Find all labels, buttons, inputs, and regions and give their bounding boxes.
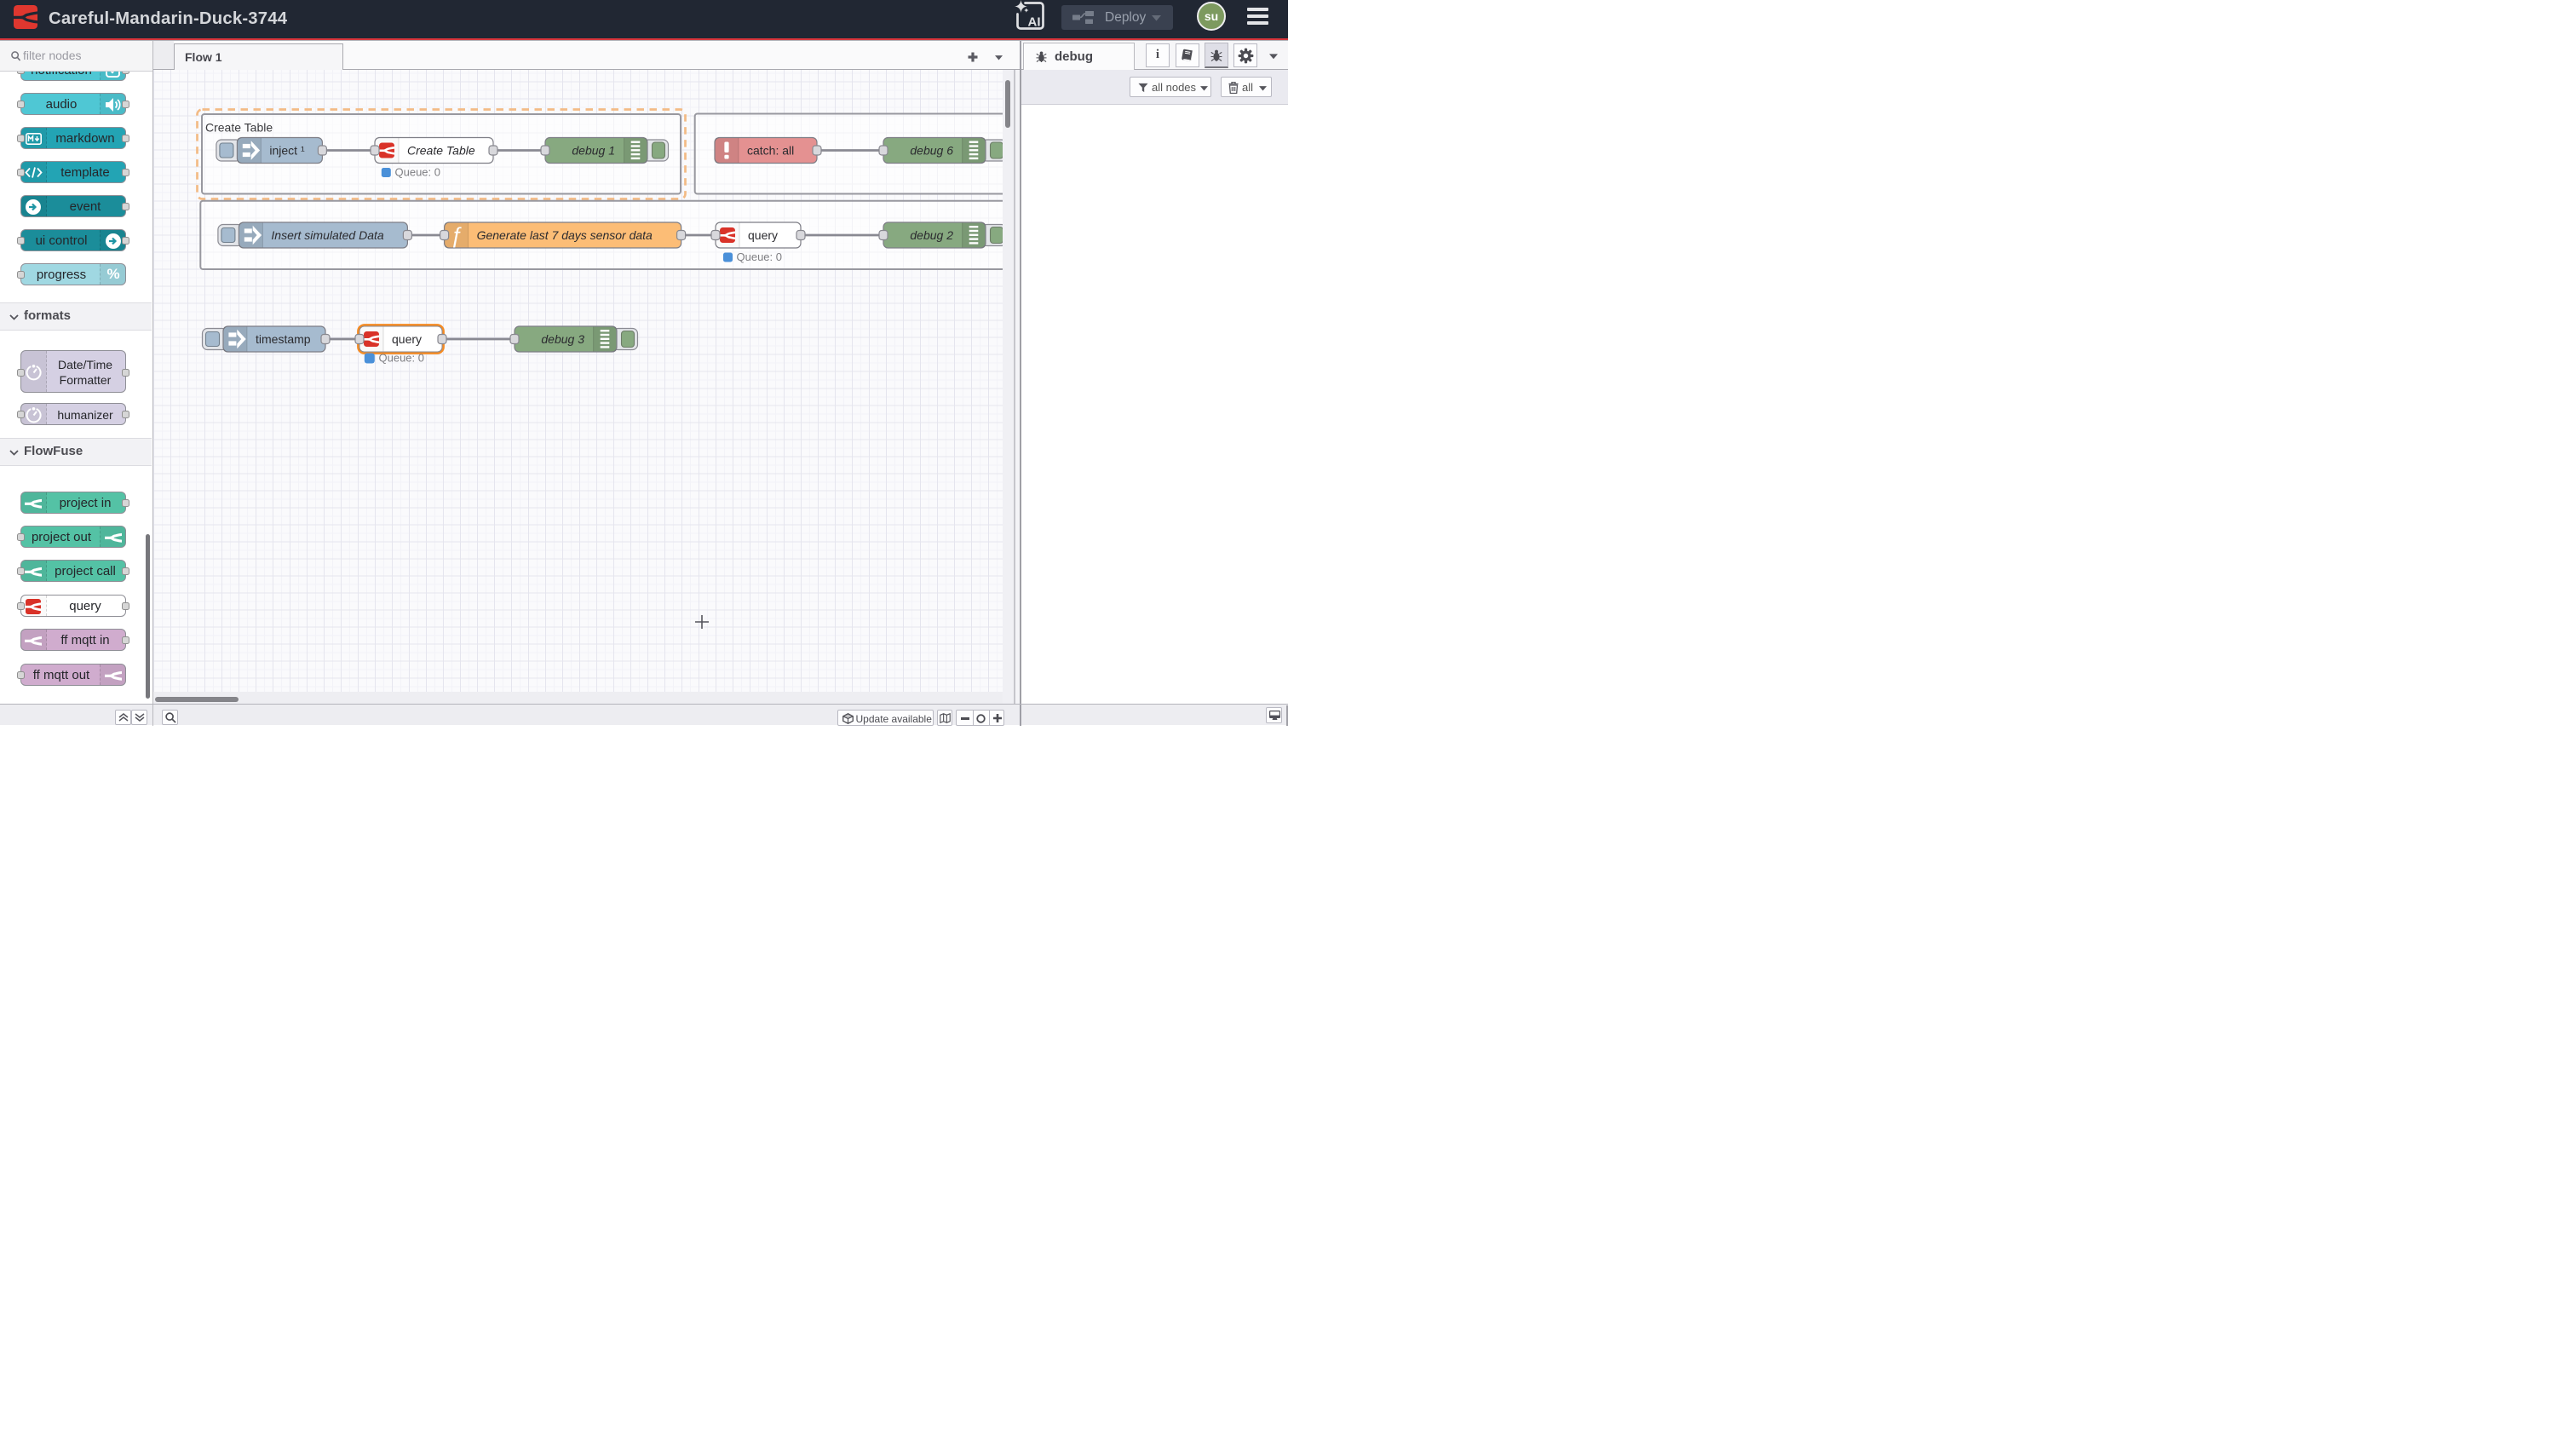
svg-text:ƒ: ƒ xyxy=(450,222,462,248)
svg-text:timestamp: timestamp xyxy=(256,332,311,346)
svg-text:Queue: 0: Queue: 0 xyxy=(379,352,425,365)
svg-text:debug 6: debug 6 xyxy=(910,144,953,158)
svg-text:Generate last 7 days sensor da: Generate last 7 days sensor data xyxy=(477,228,653,242)
svg-text:Insert simulated Data: Insert simulated Data xyxy=(271,228,383,242)
svg-text:inject ¹: inject ¹ xyxy=(269,144,305,158)
svg-text:debug 3: debug 3 xyxy=(541,332,584,346)
svg-text:query: query xyxy=(748,228,778,242)
svg-text:debug 2: debug 2 xyxy=(910,228,953,242)
svg-text:AI: AI xyxy=(1028,15,1041,30)
svg-text:Queue: 0: Queue: 0 xyxy=(737,250,783,263)
svg-text:Create Table: Create Table xyxy=(407,144,475,158)
svg-text:Create Table: Create Table xyxy=(205,121,273,135)
svg-text:query: query xyxy=(392,332,422,346)
svg-text:Queue: 0: Queue: 0 xyxy=(395,166,441,179)
svg-text:catch: all: catch: all xyxy=(747,144,794,158)
svg-text:debug 1: debug 1 xyxy=(572,144,615,158)
